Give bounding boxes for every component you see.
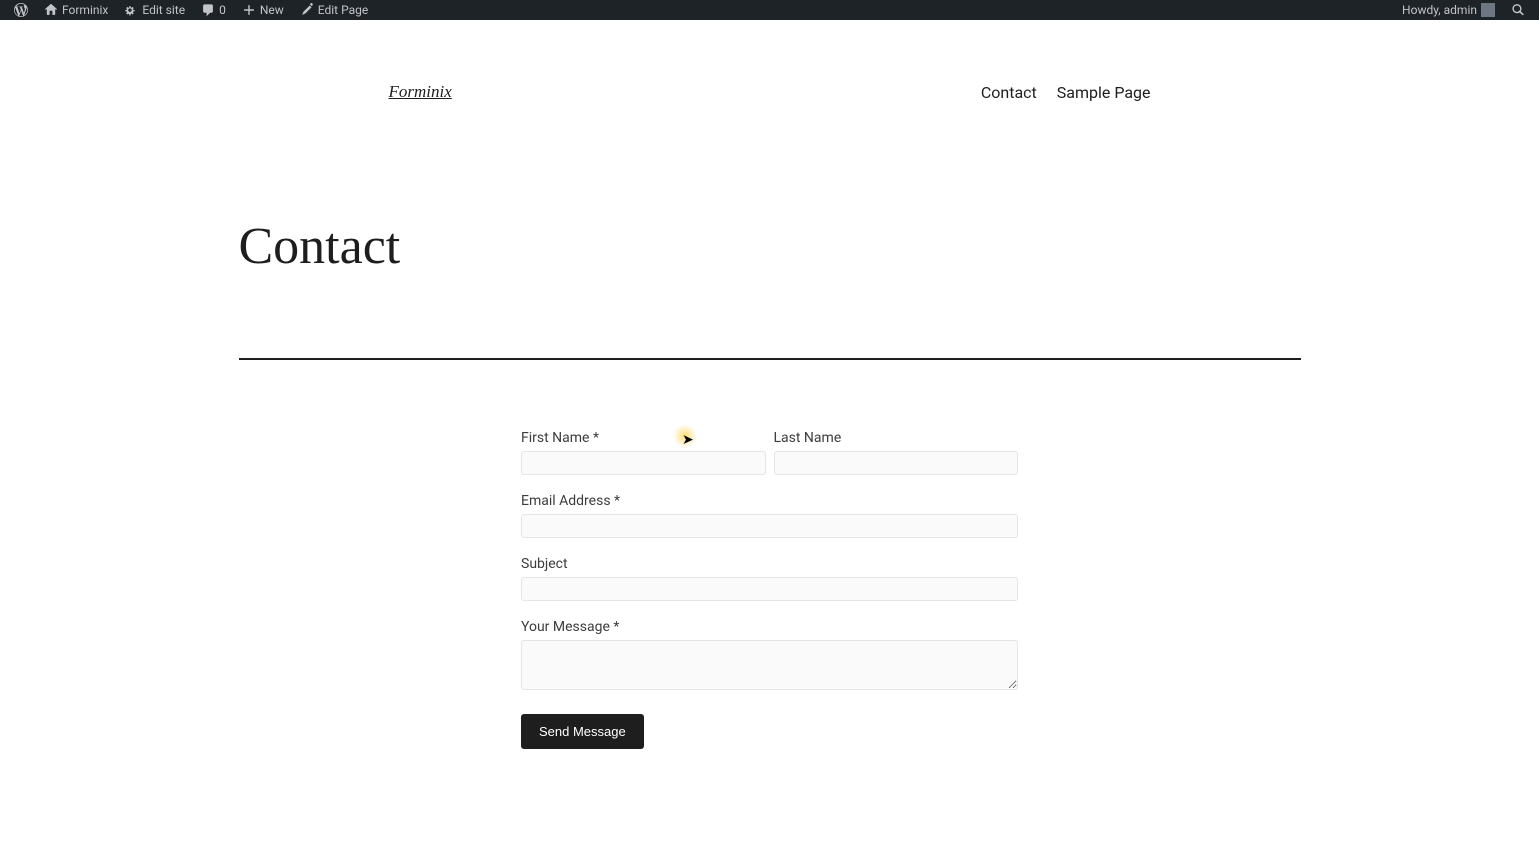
admin-bar-account[interactable]: Howdy, admin	[1394, 0, 1503, 20]
send-message-button[interactable]: Send Message	[521, 714, 644, 749]
admin-bar-site-name-label: Forminix	[62, 3, 108, 17]
avatar	[1481, 3, 1495, 17]
search-icon	[1511, 3, 1525, 17]
pencil-icon	[300, 3, 314, 17]
last-name-input[interactable]	[774, 451, 1019, 475]
admin-bar-edit-site-label: Edit site	[142, 3, 185, 17]
site-header: Forminix Contact Sample Page	[239, 20, 1301, 102]
nav-contact[interactable]: Contact	[981, 83, 1037, 102]
admin-bar-edit-site[interactable]: Edit site	[116, 0, 193, 20]
admin-bar-right: Howdy, admin	[1394, 0, 1533, 20]
customize-icon	[124, 3, 138, 17]
admin-bar-search[interactable]	[1503, 0, 1533, 20]
admin-bar-comments[interactable]: 0	[193, 0, 234, 20]
home-icon	[44, 3, 58, 17]
last-name-label: Last Name	[774, 430, 1019, 446]
admin-bar-edit-page[interactable]: Edit Page	[292, 0, 376, 20]
email-input[interactable]	[521, 514, 1018, 538]
first-name-label: First Name *	[521, 430, 766, 446]
comment-icon	[201, 3, 215, 17]
email-group: Email Address *	[521, 493, 1018, 538]
wp-admin-bar: Forminix Edit site 0 New Edit Page Howdy…	[0, 0, 1539, 20]
nav-sample-page[interactable]: Sample Page	[1057, 83, 1151, 102]
admin-bar-site-name[interactable]: Forminix	[36, 0, 116, 20]
first-name-group: First Name *	[521, 430, 766, 475]
wordpress-icon	[14, 3, 28, 17]
message-group: Your Message *	[521, 619, 1018, 690]
subject-label: Subject	[521, 556, 1018, 572]
admin-bar-new-label: New	[260, 3, 284, 17]
contact-form: ➤ First Name * Last Name Email Address *…	[521, 430, 1018, 749]
page-title: Contact	[239, 217, 1301, 276]
plus-icon	[242, 3, 256, 17]
email-label: Email Address *	[521, 493, 1018, 509]
subject-group: Subject	[521, 556, 1018, 601]
main-nav: Contact Sample Page	[981, 83, 1151, 102]
admin-bar-edit-page-label: Edit Page	[318, 3, 368, 17]
admin-bar-left: Forminix Edit site 0 New Edit Page	[6, 0, 376, 20]
page-divider	[239, 358, 1301, 360]
first-name-input[interactable]	[521, 451, 766, 475]
wp-logo-menu[interactable]	[6, 0, 36, 20]
admin-bar-greeting: Howdy, admin	[1402, 3, 1477, 17]
last-name-group: Last Name	[774, 430, 1019, 475]
message-label: Your Message *	[521, 619, 1018, 635]
admin-bar-new[interactable]: New	[234, 0, 292, 20]
subject-input[interactable]	[521, 577, 1018, 601]
message-textarea[interactable]	[521, 640, 1018, 690]
site-title[interactable]: Forminix	[389, 82, 452, 102]
admin-bar-comment-count: 0	[219, 3, 226, 17]
